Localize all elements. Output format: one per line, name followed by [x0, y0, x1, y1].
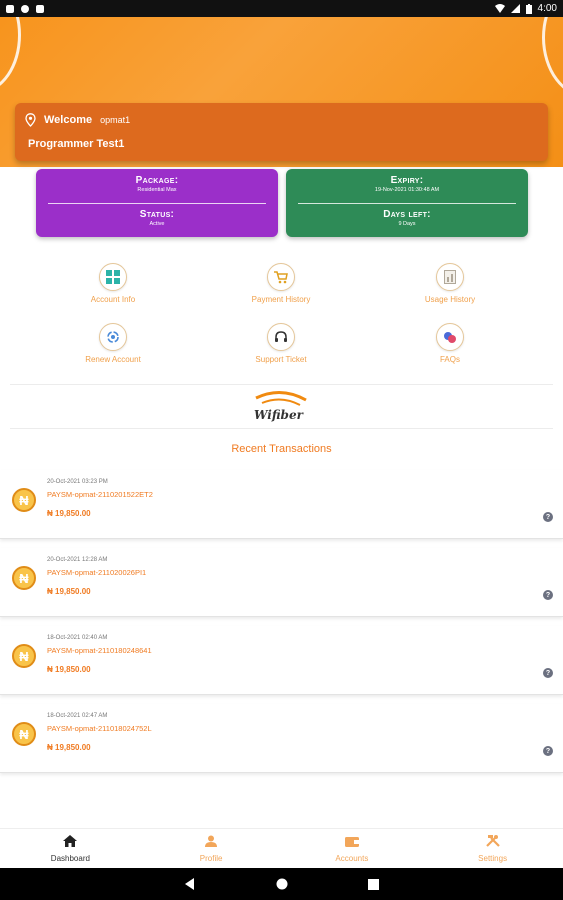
days-left-value: 9 Days: [398, 221, 416, 227]
cart-icon: [267, 263, 295, 291]
brand-name: Wifiber: [254, 408, 303, 422]
support-ticket-button[interactable]: Support Ticket: [221, 323, 341, 364]
help-icon[interactable]: ?: [543, 668, 553, 678]
system-navigation-bar: [0, 868, 563, 900]
nav-settings[interactable]: Settings: [422, 829, 563, 869]
nav-profile-label: Profile: [199, 854, 223, 863]
battery-icon: [525, 3, 532, 14]
package-label: Package:: [135, 175, 179, 186]
expiry-value: 19-Nov-2021 01:30:48 AM: [374, 187, 440, 193]
nav-settings-label: Settings: [478, 854, 508, 863]
sync-icon: [21, 4, 29, 13]
welcome-username: opmat1: [100, 115, 131, 125]
home-icon: [63, 835, 78, 847]
nav-accounts-label: Accounts: [335, 854, 369, 863]
location-pin-icon: [25, 113, 36, 127]
help-icon[interactable]: ?: [543, 590, 553, 600]
status-label: Status:: [139, 209, 175, 220]
card-divider: [48, 203, 266, 204]
account-info-button[interactable]: Account Info: [53, 263, 173, 304]
nav-dashboard[interactable]: Dashboard: [0, 829, 141, 869]
section-divider: [10, 428, 553, 429]
usage-history-label: Usage History: [424, 295, 476, 304]
status-value: Active: [149, 221, 165, 227]
status-system: 4:00: [494, 3, 557, 14]
tools-icon: [485, 835, 500, 847]
renew-account-label: Renew Account: [85, 355, 141, 364]
sd-card-icon: [36, 4, 44, 13]
package-card: Package: Residential Max Status: Active: [36, 169, 278, 237]
status-bar: 4:00: [0, 0, 563, 17]
transaction-item[interactable]: ₦ 18-Oct-2021 02:40 AM PAYSM-opmat-21101…: [0, 626, 563, 695]
transaction-ref: PAYSM-opmat-211020026PI1: [47, 568, 147, 577]
naira-coin-icon: ₦: [12, 722, 36, 746]
help-icon[interactable]: ?: [543, 746, 553, 756]
welcome-bar: Welcome opmat1 Programmer Test1: [15, 103, 548, 161]
transaction-amount: ₦ 19,850.00: [47, 587, 91, 596]
account-info-label: Account Info: [90, 295, 136, 304]
transaction-ref: PAYSM-opmat-2110180248641: [47, 646, 152, 655]
nav-accounts[interactable]: Accounts: [282, 829, 423, 869]
payment-history-button[interactable]: Payment History: [221, 263, 341, 304]
grid-icon: [99, 263, 127, 291]
notification-icon: [6, 4, 14, 13]
expiry-label: Expiry:: [390, 175, 424, 186]
transaction-date: 20-Oct-2021 03:23 PM: [47, 479, 108, 485]
days-left-label: Days left:: [383, 209, 431, 220]
transaction-date: 18-Oct-2021 02:47 AM: [47, 713, 108, 719]
naira-coin-icon: ₦: [12, 644, 36, 668]
renew-icon: [99, 323, 127, 351]
person-icon: [205, 835, 218, 847]
faqs-label: FAQs: [439, 355, 460, 364]
recent-transactions-title: Recent Transactions: [231, 443, 332, 455]
status-time: 4:00: [537, 3, 557, 14]
chart-icon: [436, 263, 464, 291]
recents-icon[interactable]: [368, 878, 379, 890]
faq-icon: [436, 323, 464, 351]
headset-icon: [267, 323, 295, 351]
nav-dashboard-label: Dashboard: [50, 854, 90, 863]
transaction-item[interactable]: ₦ 18-Oct-2021 02:47 AM PAYSM-opmat-21101…: [0, 704, 563, 773]
welcome-greeting: Welcome: [44, 114, 93, 126]
payment-history-label: Payment History: [251, 295, 311, 304]
package-value: Residential Max: [137, 187, 177, 193]
transaction-item[interactable]: ₦ 20-Oct-2021 12:28 AM PAYSM-opmat-21102…: [0, 548, 563, 617]
transaction-item[interactable]: ₦ 20-Oct-2021 03:23 PM PAYSM-opmat-21102…: [0, 470, 563, 539]
transaction-amount: ₦ 19,850.00: [47, 743, 91, 752]
bottom-navigation: Dashboard Profile Accounts Settings: [0, 828, 563, 869]
help-icon[interactable]: ?: [543, 512, 553, 522]
section-divider: [10, 384, 553, 385]
card-divider: [298, 203, 516, 204]
wallet-icon: [344, 837, 359, 847]
faqs-button[interactable]: FAQs: [390, 323, 510, 364]
welcome-fullname: Programmer Test1: [28, 138, 125, 150]
signal-icon: [510, 4, 520, 13]
usage-history-button[interactable]: Usage History: [390, 263, 510, 304]
renew-account-button[interactable]: Renew Account: [53, 323, 173, 364]
support-ticket-label: Support Ticket: [255, 355, 307, 364]
transaction-ref: PAYSM-opmat-2110201522ET2: [47, 490, 153, 499]
naira-coin-icon: ₦: [12, 566, 36, 590]
transaction-ref: PAYSM-opmat-211018024752L: [47, 724, 152, 733]
transaction-amount: ₦ 19,850.00: [47, 509, 91, 518]
back-icon[interactable]: [184, 878, 196, 890]
transaction-date: 20-Oct-2021 12:28 AM: [47, 557, 108, 563]
expiry-card: Expiry: 19-Nov-2021 01:30:48 AM Days lef…: [286, 169, 528, 237]
home-circle-icon[interactable]: [276, 878, 288, 890]
naira-coin-icon: ₦: [12, 488, 36, 512]
transaction-amount: ₦ 19,850.00: [47, 665, 91, 674]
wifi-icon: [494, 4, 505, 13]
status-notifications: [6, 4, 44, 13]
nav-profile[interactable]: Profile: [141, 829, 282, 869]
transaction-date: 18-Oct-2021 02:40 AM: [47, 635, 108, 641]
